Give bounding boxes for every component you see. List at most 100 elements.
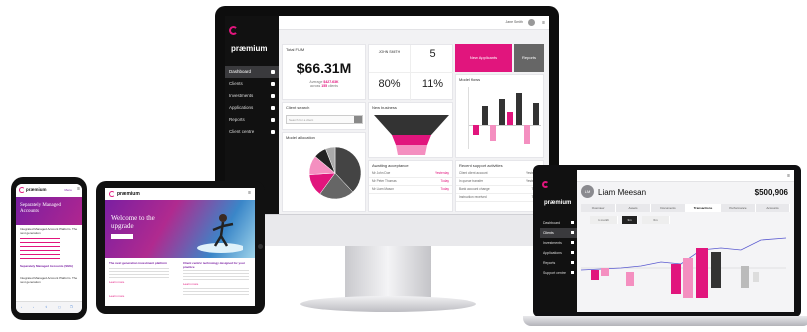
- list-item[interactable]: Client client accountYesterday: [456, 170, 543, 178]
- model-allocation-card: Model allocation: [282, 132, 366, 212]
- client-value: $500,906: [754, 188, 788, 197]
- subtab-1-month[interactable]: 1 month: [590, 216, 618, 224]
- menu-icon[interactable]: ≡: [787, 173, 790, 179]
- nav-support-centre[interactable]: Support centre: [540, 268, 577, 278]
- nav-clients[interactable]: Clients: [225, 78, 279, 90]
- report-icon: [271, 118, 275, 122]
- laptop-screen: præmium Dashboard Clients Investments Ap…: [540, 170, 794, 312]
- menu-icon[interactable]: ≡: [77, 186, 80, 192]
- tablet-home-button: [258, 244, 263, 249]
- nav-applications[interactable]: Applications: [540, 248, 577, 258]
- flow-bar[interactable]: [490, 125, 496, 141]
- nav-client-centre[interactable]: Client centre: [225, 126, 279, 138]
- new-business-card: New business: [368, 102, 453, 158]
- list-item[interactable]: In queue transferYesterday: [456, 178, 543, 186]
- nav-investments[interactable]: Investments: [225, 90, 279, 102]
- eye-icon: [271, 82, 275, 86]
- awaiting-acceptance-card: Awaiting acceptance Mr John Doe Yesterday…: [368, 160, 453, 212]
- flow-bar[interactable]: [532, 102, 539, 125]
- subtab-6m[interactable]: 6m: [642, 216, 670, 224]
- tab-overview[interactable]: Overview: [581, 204, 616, 212]
- laptop-sidebar: præmium Dashboard Clients Investments Ap…: [540, 170, 577, 312]
- client-search-input[interactable]: Search for a client: [286, 115, 363, 124]
- right-section-text: [183, 270, 249, 280]
- fum-card: Total FUM $66.31M Average $427.63K acros…: [282, 44, 366, 100]
- tab-documents[interactable]: Documents: [651, 204, 686, 212]
- menu-icon[interactable]: ≡: [248, 190, 251, 196]
- nav-applications[interactable]: Applications: [225, 102, 279, 114]
- phone-hero: Separately Managed Accounts: [16, 197, 82, 225]
- phone-menu-label[interactable]: Menu: [64, 188, 72, 192]
- list-item[interactable]: Bank account changeToday: [456, 186, 543, 194]
- report-icon: [571, 261, 574, 264]
- menu-icon[interactable]: ≡: [542, 20, 545, 26]
- brand-logo-icon: [109, 191, 115, 197]
- phone-browser-toolbar: ‹ › ⇪ ▢ ❐: [16, 301, 82, 313]
- laptop-topbar: ≡: [577, 170, 794, 182]
- tablet-screen: præmium ≡ Welcome to the upgrade The nex…: [105, 188, 255, 306]
- eye-icon: [571, 231, 574, 234]
- tab-assets[interactable]: Assets: [616, 204, 651, 212]
- left-section-title: The next generation investment platform: [109, 261, 168, 265]
- share-icon[interactable]: ⇪: [45, 305, 48, 309]
- model-allocation-chart: [308, 146, 362, 200]
- phone-header: præmium Menu ≡: [16, 184, 82, 196]
- avatar[interactable]: [528, 19, 535, 26]
- forward-icon[interactable]: ›: [33, 305, 34, 309]
- hero-banner: Welcome to the upgrade: [105, 200, 255, 258]
- left-section-text: [109, 268, 169, 278]
- zero-axis: [469, 125, 541, 126]
- list-item[interactable]: Mr Liam Mason Today: [369, 186, 452, 194]
- client-name: Liam Meesan: [598, 188, 647, 197]
- support-activities-card: Recent support activities Client client …: [455, 160, 544, 212]
- nav-dashboard[interactable]: Dashboard: [225, 66, 279, 78]
- list-item[interactable]: Instruction receivedToday: [456, 194, 543, 202]
- model-flows-card: Model flows: [455, 74, 544, 158]
- user-name[interactable]: Jane Smith: [505, 20, 523, 24]
- desktop-topbar: Jane Smith ≡: [279, 16, 549, 30]
- phone-feature-list: [20, 238, 60, 260]
- nav-clients[interactable]: Clients: [540, 228, 577, 238]
- flow-bar[interactable]: [498, 99, 505, 125]
- back-icon[interactable]: ‹: [21, 305, 22, 309]
- right-section-title: Client centric technology designed for y…: [183, 261, 246, 269]
- tabs-icon[interactable]: ❐: [70, 305, 73, 309]
- nav-reports[interactable]: Reports: [225, 114, 279, 126]
- brand-logo-icon: [229, 26, 238, 36]
- flow-bar[interactable]: [481, 105, 488, 125]
- hero-cta-button[interactable]: [111, 234, 133, 239]
- bottom-learn-more-link[interactable]: Learn more: [109, 294, 124, 298]
- nav-dashboard[interactable]: Dashboard: [540, 218, 577, 228]
- flow-bar[interactable]: [515, 93, 522, 125]
- document-icon: [271, 106, 275, 110]
- tab-performance[interactable]: Performance: [721, 204, 756, 212]
- surfer-image: [197, 214, 243, 253]
- subtab-3m[interactable]: 3m: [622, 216, 638, 224]
- chart-icon: [271, 94, 275, 98]
- model-flows-chart: [468, 87, 541, 149]
- monitor-stand-base: [300, 296, 476, 312]
- nav-investments[interactable]: Investments: [540, 238, 577, 248]
- phone-screen: præmium Menu ≡ Separately Managed Accoun…: [16, 184, 82, 313]
- desktop-logo: præmium: [225, 16, 279, 66]
- flow-bar[interactable]: [524, 125, 530, 145]
- list-item[interactable]: Mr John Doe Yesterday: [369, 170, 452, 178]
- brand-logo-icon: [19, 187, 25, 193]
- bookmark-icon[interactable]: ▢: [58, 305, 61, 309]
- tab-transactions[interactable]: Transactions: [686, 204, 721, 212]
- stats-card: JOHN SMITH 5 80% 11%: [368, 44, 454, 101]
- flow-bar[interactable]: [473, 125, 479, 135]
- tab-accounts[interactable]: Accounts: [756, 204, 790, 212]
- search-icon[interactable]: [354, 116, 362, 123]
- laptop-base: [523, 316, 807, 326]
- desktop-screen: præmium Dashboard Clients Investments Ap…: [225, 16, 549, 214]
- nav-reports[interactable]: Reports: [540, 258, 577, 268]
- list-item[interactable]: Mr Peter Thomas Today: [369, 178, 452, 186]
- left-learn-more-link[interactable]: Learn more: [109, 280, 124, 284]
- transactions-chart: [581, 237, 787, 298]
- new-applicants-button[interactable]: New Applicants: [455, 44, 512, 72]
- flow-bar[interactable]: [507, 112, 513, 125]
- client-search-card: Client search Search for a client: [282, 102, 366, 130]
- right-learn-more-link[interactable]: Learn more: [183, 282, 198, 286]
- reports-button[interactable]: Reports: [514, 44, 544, 72]
